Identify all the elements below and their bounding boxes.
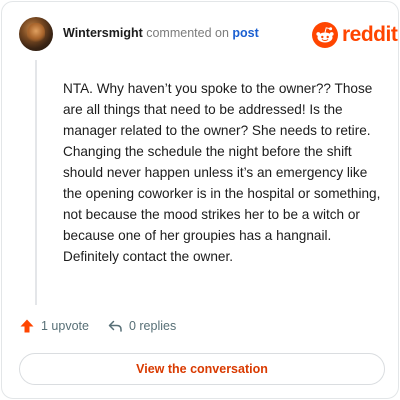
comment-header: Wintersmight commented on post	[63, 26, 259, 40]
upvote-count: 1 upvote	[41, 319, 89, 333]
reddit-wordmark: reddit	[342, 23, 398, 46]
username[interactable]: Wintersmight	[63, 26, 143, 40]
reddit-snoo-icon	[312, 22, 338, 48]
view-conversation-button[interactable]: View the conversation	[19, 353, 385, 385]
post-link[interactable]: post	[232, 26, 258, 40]
replies-button[interactable]: 0 replies	[107, 318, 176, 334]
replies-count: 0 replies	[128, 319, 177, 333]
user-avatar[interactable]	[19, 17, 53, 51]
comment-card: Wintersmight commented on post reddit NT…	[1, 1, 399, 399]
reply-arrow-icon	[108, 320, 122, 332]
thread-line	[35, 60, 37, 305]
comment-actions: 1 upvote 0 replies	[19, 318, 176, 334]
comment-body: NTA. Why haven’t you spoke to the owner?…	[63, 81, 381, 264]
upvote-button[interactable]: 1 upvote	[19, 318, 89, 334]
reddit-logo[interactable]: reddit	[312, 21, 398, 49]
upvote-arrow-icon	[20, 319, 34, 333]
action-text: commented on	[146, 26, 229, 40]
